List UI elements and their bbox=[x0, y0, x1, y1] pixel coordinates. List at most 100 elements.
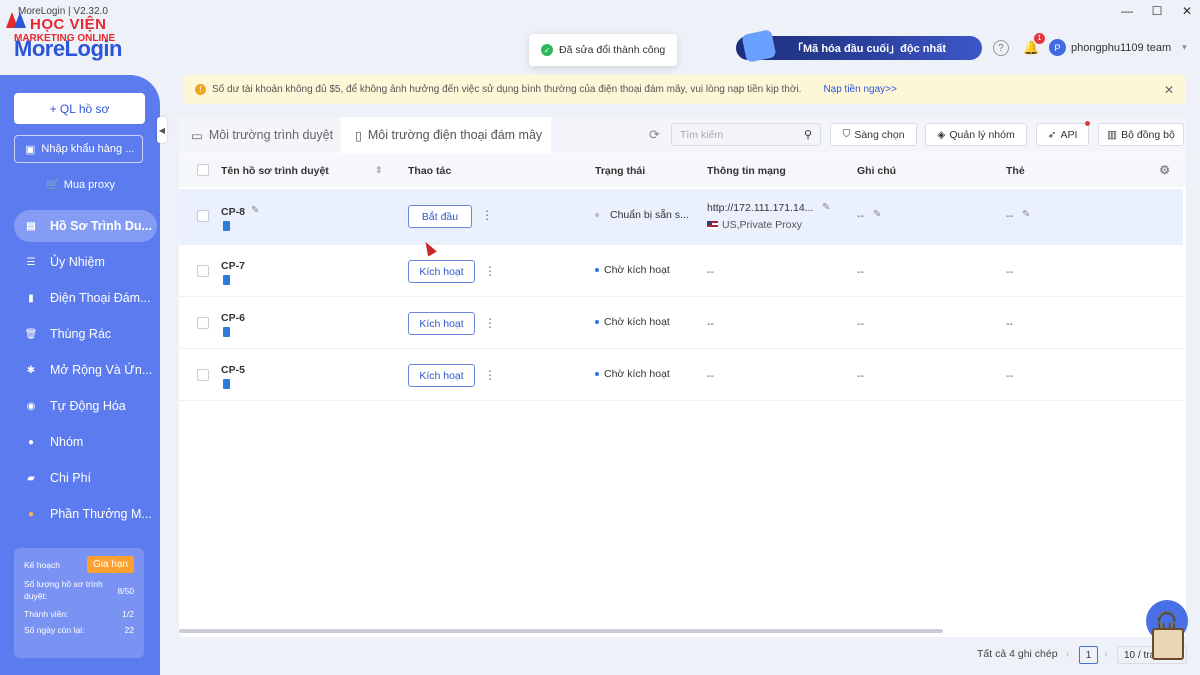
close-window-button[interactable]: ✕ bbox=[1172, 0, 1200, 22]
table-header: Tên hồ sơ trình duyệt ⇕ Thao tác Trạng t… bbox=[179, 154, 1186, 187]
sync-button[interactable]: ▥ Bộ đồng bộ bbox=[1098, 123, 1184, 146]
select-all-checkbox[interactable] bbox=[197, 164, 209, 176]
col-note: Ghi chú bbox=[857, 165, 897, 177]
next-page-icon[interactable]: › bbox=[1104, 648, 1108, 660]
success-toast: ✓ Đã sửa đổi thành công bbox=[529, 34, 677, 66]
sidebar-item-extensions[interactable]: ✱ Mở Rộng Và Ứn... bbox=[14, 354, 157, 386]
edit-icon[interactable]: ✎ bbox=[822, 202, 830, 213]
maximize-button[interactable]: ☐ bbox=[1142, 0, 1172, 22]
help-icon[interactable]: ? bbox=[993, 40, 1009, 56]
buy-proxy-label: Mua proxy bbox=[63, 178, 116, 191]
prev-page-icon[interactable]: ‹ bbox=[1066, 648, 1070, 660]
refresh-icon[interactable]: ⟳ bbox=[649, 127, 660, 143]
phone-tab-icon: ▯ bbox=[355, 128, 362, 143]
activate-button[interactable]: Kích hoạt bbox=[408, 260, 475, 283]
sidebar-item-label: Hồ Sơ Trình Du... bbox=[50, 219, 152, 233]
sync-icon: ▥ bbox=[1107, 128, 1118, 141]
sidebar-item-label: Điện Thoại Đám... bbox=[50, 291, 151, 305]
table-row[interactable]: CP-5 Kích hoạt ⋮ Chờ kích hoạt -- -- -- bbox=[179, 349, 1183, 401]
api-dot-badge bbox=[1085, 121, 1090, 126]
plan-days-value: 22 bbox=[124, 624, 134, 635]
plan-days-label: Số ngày còn lại: bbox=[24, 624, 85, 635]
group-manage-button[interactable]: ◈ Quản lý nhóm bbox=[925, 123, 1027, 146]
sidebar-item-browser-profiles[interactable]: ▤ Hồ Sơ Trình Du... bbox=[14, 210, 157, 242]
browser-icon: ▤ bbox=[26, 220, 36, 232]
profile-name: CP-6 bbox=[221, 312, 245, 324]
more-icon[interactable]: ⋮ bbox=[484, 316, 496, 330]
page-number[interactable]: 1 bbox=[1079, 646, 1098, 664]
activate-button[interactable]: Kích hoạt bbox=[408, 364, 475, 387]
note-cell: -- bbox=[857, 318, 864, 330]
sidebar-item-automation[interactable]: ◉ Tự Động Hóa bbox=[14, 390, 157, 422]
more-icon[interactable]: ⋮ bbox=[481, 208, 493, 222]
gear-icon[interactable]: ⚙ bbox=[1159, 163, 1170, 177]
activate-button[interactable]: Kích hoạt bbox=[408, 312, 475, 335]
status-text: Chuẩn bị sẵn s... bbox=[610, 209, 689, 221]
window-titlebar: MoreLogin | V2.32.0 bbox=[0, 0, 1200, 22]
table-row[interactable]: CP-8 ✎ Bắt đầu ⋮ Chuẩn bị sẵn s... http:… bbox=[179, 189, 1183, 245]
plan-members-label: Thành viên: bbox=[24, 608, 69, 619]
sidebar-item-group[interactable]: ● Nhóm bbox=[14, 426, 157, 458]
start-button[interactable]: Bắt đầu bbox=[408, 205, 472, 228]
add-profile-button[interactable]: + QL hồ sơ bbox=[14, 93, 145, 124]
search-placeholder: Tìm kiếm bbox=[680, 128, 724, 141]
api-label: API bbox=[1060, 128, 1078, 141]
chevron-down-icon: ▾ bbox=[1182, 42, 1187, 52]
table-row[interactable]: CP-6 Kích hoạt ⋮ Chờ kích hoạt -- -- -- bbox=[179, 297, 1183, 349]
row-checkbox[interactable] bbox=[197, 317, 209, 329]
sidebar-item-label: Chi Phí bbox=[50, 471, 91, 485]
tab-label: Môi trường trình duyệt bbox=[208, 128, 334, 142]
collapse-sidebar-button[interactable]: ◀ bbox=[157, 117, 167, 143]
tab-browser-env[interactable]: ▭ Môi trường trình duyệt bbox=[179, 117, 341, 153]
table-row[interactable]: CP-7 Kích hoạt ⋮ Chờ kích hoạt -- -- -- bbox=[179, 245, 1183, 297]
brand-overlay-subtitle: MARKETING ONLINE bbox=[14, 33, 116, 44]
row-checkbox[interactable] bbox=[197, 369, 209, 381]
status-dot bbox=[595, 320, 599, 324]
sidebar-item-rewards[interactable]: ● Phần Thưởng M... bbox=[14, 498, 157, 530]
status-dot bbox=[595, 372, 599, 376]
more-icon[interactable]: ⋮ bbox=[484, 368, 496, 382]
edit-icon[interactable]: ✎ bbox=[251, 205, 259, 216]
renew-button[interactable]: Gia hạn bbox=[86, 556, 134, 573]
sidebar-item-label: Nhóm bbox=[50, 435, 84, 449]
group-manage-label: Quản lý nhóm bbox=[949, 128, 1015, 141]
col-name: Tên hồ sơ trình duyệt bbox=[221, 165, 329, 177]
tab-cloud-phone-env[interactable]: ▯ Môi trường điện thoại đám mây bbox=[341, 117, 551, 153]
sidebar-item-proxy[interactable]: ☰ Ủy Nhiệm bbox=[14, 246, 157, 278]
col-network: Thông tin mạng bbox=[707, 165, 786, 177]
gift-box-icon[interactable] bbox=[1152, 628, 1184, 660]
total-records: Tất cả 4 ghi chép bbox=[977, 648, 1058, 660]
plan-profiles-label: Số lượng hồ sơ trình duyệt: bbox=[24, 579, 103, 601]
search-icon[interactable]: ⚲ bbox=[804, 128, 812, 141]
edit-icon[interactable]: ✎ bbox=[873, 209, 881, 220]
sidebar-item-cloud-phone[interactable]: ▮ Điện Thoại Đám... bbox=[14, 282, 157, 314]
search-input[interactable]: Tìm kiếm ⚲ bbox=[671, 123, 821, 146]
close-icon[interactable]: ✕ bbox=[1164, 83, 1174, 97]
edit-icon[interactable]: ✎ bbox=[1022, 209, 1030, 220]
horizontal-scrollbar[interactable] bbox=[179, 629, 943, 633]
filter-button[interactable]: ⛉ Sàng chọn bbox=[830, 123, 917, 146]
profile-name: CP-5 bbox=[221, 364, 245, 376]
col-tag: Thẻ bbox=[1006, 165, 1025, 177]
shield-art-icon bbox=[741, 29, 777, 63]
buy-proxy-link[interactable]: 🛒 Mua proxy bbox=[46, 178, 116, 192]
user-menu[interactable]: P phongphu1109 team ▾ bbox=[1049, 39, 1187, 56]
tab-label: Môi trường điện thoại đám mây bbox=[367, 128, 543, 142]
api-button[interactable]: ➶ API bbox=[1036, 121, 1090, 146]
sort-icon[interactable]: ⇕ bbox=[375, 165, 383, 176]
sidebar: + QL hồ sơ ▣ Nhập khẩu hàng ... 🛒 Mua pr… bbox=[0, 75, 160, 675]
recharge-link[interactable]: Nạp tiền ngay>> bbox=[823, 84, 896, 95]
more-icon[interactable]: ⋮ bbox=[484, 264, 496, 278]
row-checkbox[interactable] bbox=[197, 265, 209, 277]
import-button[interactable]: ▣ Nhập khẩu hàng ... bbox=[14, 135, 143, 163]
promo-banner[interactable]: 「Mã hóa đầu cuối」độc nhất bbox=[736, 29, 982, 63]
sidebar-item-cost[interactable]: ▰ Chi Phí bbox=[14, 462, 157, 494]
cart-icon: 🛒 bbox=[46, 179, 60, 191]
status-text: Chờ kích hoạt bbox=[604, 368, 670, 380]
row-checkbox[interactable] bbox=[197, 210, 209, 222]
minimize-button[interactable]: — bbox=[1112, 0, 1142, 22]
status-text: Chờ kích hoạt bbox=[604, 316, 670, 328]
check-circle-icon: ✓ bbox=[541, 44, 553, 56]
layers-icon: ◈ bbox=[937, 128, 946, 141]
sidebar-item-trash[interactable]: 🗑 Thùng Rác bbox=[14, 318, 157, 350]
